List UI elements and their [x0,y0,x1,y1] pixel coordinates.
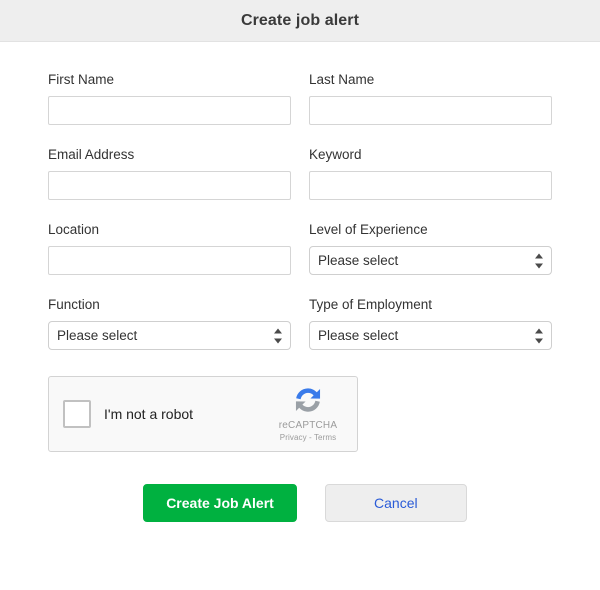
first-name-input[interactable] [48,96,291,125]
field-label-first-name: First Name [48,72,115,87]
field-label-location: Location [48,222,100,237]
cancel-button[interactable]: Cancel [324,484,467,522]
recaptcha-checkbox[interactable] [63,400,91,428]
recaptcha-branding: reCAPTCHA Privacy - Terms [271,383,345,445]
field-last-name: Last Name [309,72,552,125]
last-name-input[interactable] [309,96,552,125]
type-of-employment-select[interactable]: Please select [309,321,552,350]
modal-header: Create job alert [0,0,600,42]
keyword-input[interactable] [309,171,552,200]
modal-body: First Name Last Name Email Address Keywo… [0,42,600,590]
field-location: Location [48,222,291,275]
field-label-type-of-employment: Type of Employment [309,297,433,312]
level-of-experience-value: Please select [309,246,552,275]
create-job-alert-button[interactable]: Create Job Alert [143,484,297,522]
form-actions: Create Job Alert Cancel [48,484,552,522]
location-input[interactable] [48,246,291,275]
field-label-last-name: Last Name [309,72,375,87]
function-select[interactable]: Please select [48,321,291,350]
recaptcha-privacy-terms[interactable]: Privacy - Terms [271,432,345,443]
field-first-name: First Name [48,72,291,125]
recaptcha-label: I'm not a robot [104,406,194,422]
job-alert-form: First Name Last Name Email Address Keywo… [48,72,552,372]
field-label-level-of-experience: Level of Experience [309,222,428,237]
field-label-keyword: Keyword [309,147,362,162]
recaptcha-widget[interactable]: I'm not a robot reCAPTCHA Privacy - Term… [48,376,358,452]
function-value: Please select [48,321,291,350]
page-title: Create job alert [240,11,360,29]
field-label-function: Function [48,297,100,312]
recaptcha-logo-icon [295,388,321,412]
field-keyword: Keyword [309,147,552,200]
field-type-of-employment: Type of Employment Please select [309,297,552,350]
field-level-of-experience: Level of Experience Please select [309,222,552,275]
email-field[interactable] [48,171,291,200]
level-of-experience-select[interactable]: Please select [309,246,552,275]
recaptcha-brand-name: reCAPTCHA [278,420,338,431]
field-label-email-address: Email Address [48,147,135,162]
field-function: Function Please select [48,297,291,350]
create-job-alert-modal: Create job alert First Name Last Name Em… [0,0,600,590]
type-of-employment-value: Please select [309,321,552,350]
field-email-address: Email Address [48,147,291,200]
